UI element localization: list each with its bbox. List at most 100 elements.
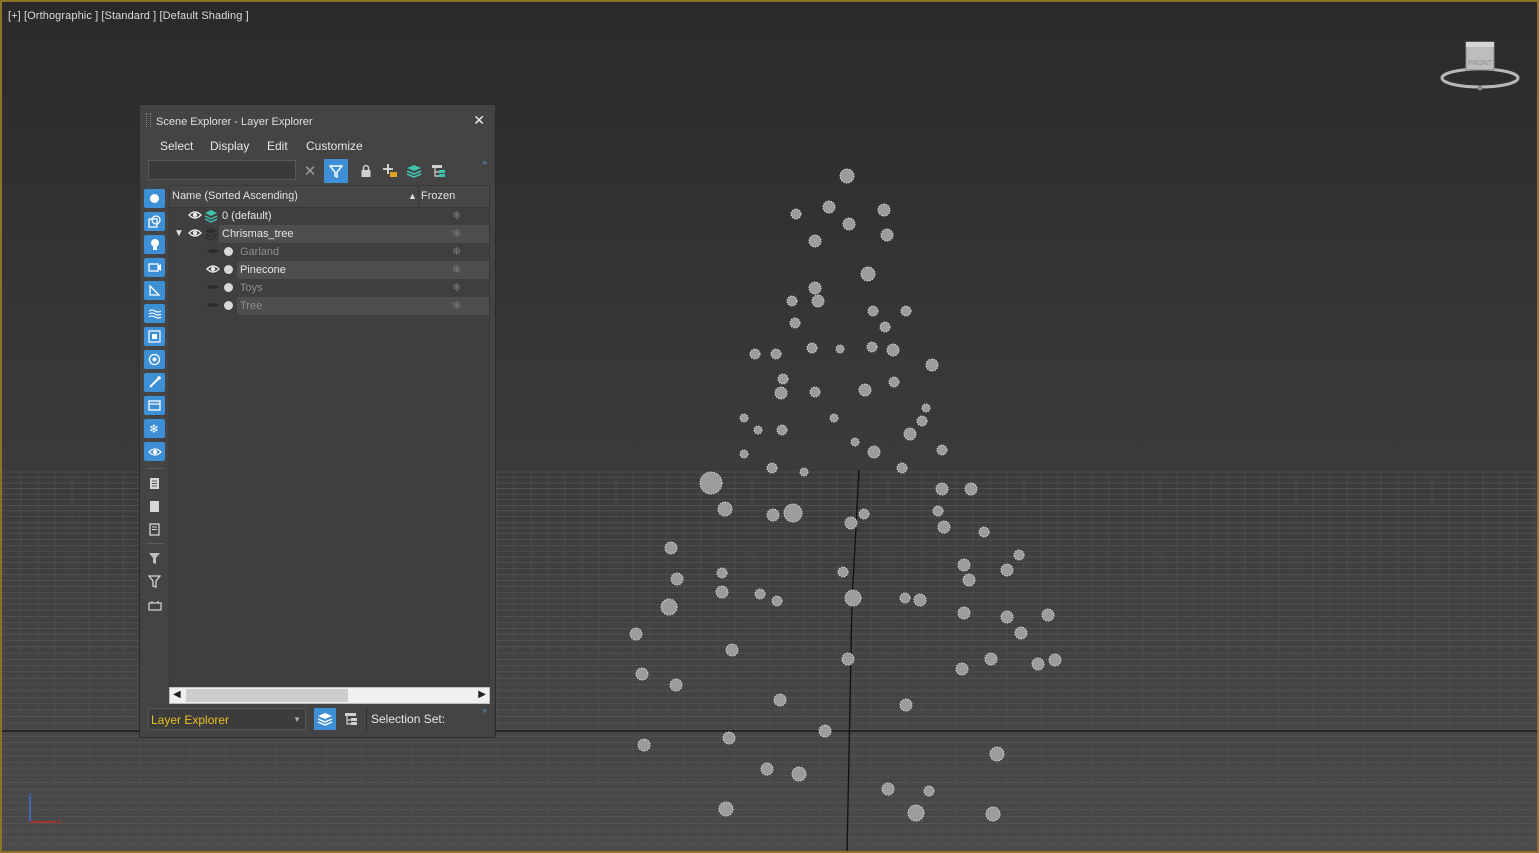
pinecone-object[interactable] xyxy=(808,234,822,248)
pinecone-object[interactable] xyxy=(877,203,891,217)
viewport-label[interactable]: [+] [Orthographic ] [Standard ] [Default… xyxy=(8,10,249,22)
display-geometry-icon[interactable] xyxy=(144,212,165,231)
menu-select[interactable]: Select xyxy=(160,139,193,153)
filter-toggle-icon[interactable] xyxy=(144,549,165,568)
scroll-right-arrow-icon[interactable]: ▶ xyxy=(478,689,486,700)
invert-display-icon[interactable] xyxy=(144,520,165,539)
add-to-layer-icon[interactable] xyxy=(403,160,425,182)
hidden-eye-icon[interactable] xyxy=(206,281,220,293)
pinecone-object[interactable] xyxy=(664,541,678,555)
pinecone-object[interactable] xyxy=(985,806,1001,822)
pinecone-object[interactable] xyxy=(932,505,944,517)
pinecone-object[interactable] xyxy=(808,281,822,295)
pinecone-object[interactable] xyxy=(879,321,891,333)
filter-toggle-button[interactable] xyxy=(324,159,348,183)
pinecone-object[interactable] xyxy=(881,782,895,796)
search-input[interactable] xyxy=(148,160,296,180)
row-name[interactable]: Garland xyxy=(240,246,279,258)
pinecone-object[interactable] xyxy=(811,294,825,308)
layer-tree[interactable]: Name (Sorted Ascending) ▲ Frozen 0 (defa… xyxy=(169,185,490,688)
pinecone-object[interactable] xyxy=(753,425,763,435)
menu-customize[interactable]: Customize xyxy=(306,139,363,153)
pinecone-object[interactable] xyxy=(749,348,761,360)
pinecone-object[interactable] xyxy=(829,413,839,423)
pinecone-object[interactable] xyxy=(1041,608,1055,622)
pinecone-object[interactable] xyxy=(925,358,939,372)
pinecone-object[interactable] xyxy=(722,731,736,745)
row-name[interactable]: Pinecone xyxy=(240,264,286,276)
menu-edit[interactable]: Edit xyxy=(267,139,288,153)
pinecone-object[interactable] xyxy=(822,200,836,214)
pinecone-object[interactable] xyxy=(774,386,788,400)
pinecone-object[interactable] xyxy=(660,598,678,616)
explorer-type-dropdown[interactable]: Layer Explorer ▼ xyxy=(148,708,306,730)
display-lights-icon[interactable] xyxy=(144,235,165,254)
pinecone-object[interactable] xyxy=(699,471,723,495)
sort-by-hierarchy-button[interactable] xyxy=(340,708,362,730)
pinecone-object[interactable] xyxy=(635,667,649,681)
scroll-left-arrow-icon[interactable]: ◀ xyxy=(173,689,181,700)
display-none-toggle-icon[interactable] xyxy=(144,497,165,516)
lock-icon[interactable] xyxy=(355,160,377,182)
visible-eye-icon[interactable] xyxy=(188,227,202,239)
row-name[interactable]: Toys xyxy=(240,282,263,294)
pinecone-object[interactable] xyxy=(957,558,971,572)
pinecone-object[interactable] xyxy=(715,585,729,599)
pinecone-object[interactable] xyxy=(903,427,917,441)
horizontal-scrollbar[interactable]: ◀ ▶ xyxy=(169,687,490,704)
pinecone-object[interactable] xyxy=(867,305,879,317)
column-name-header[interactable]: Name (Sorted Ascending) xyxy=(172,190,298,202)
pinecone-object[interactable] xyxy=(1048,653,1062,667)
pinecone-object[interactable] xyxy=(760,762,774,776)
pinecone-object[interactable] xyxy=(880,228,894,242)
pinecone-object[interactable] xyxy=(850,437,860,447)
pinecone-object[interactable] xyxy=(839,168,855,184)
tree-row[interactable]: Toys ❄ xyxy=(170,279,489,297)
frozen-toggle-icon[interactable]: ❄ xyxy=(452,299,461,312)
display-spacewarps-icon[interactable] xyxy=(144,304,165,323)
pinecone-object[interactable] xyxy=(766,508,780,522)
pinecone-object[interactable] xyxy=(957,606,971,620)
hierarchy-icon[interactable] xyxy=(428,160,450,182)
menu-display[interactable]: Display xyxy=(210,139,249,153)
pinecone-object[interactable] xyxy=(637,738,651,752)
pinecone-object[interactable] xyxy=(716,567,728,579)
pinecone-object[interactable] xyxy=(913,593,927,607)
pinecone-object[interactable] xyxy=(896,462,908,474)
pinecone-object[interactable] xyxy=(886,343,900,357)
tree-row[interactable]: 0 (default) ❄ xyxy=(170,207,489,225)
pinecone-object[interactable] xyxy=(1031,657,1045,671)
sort-by-layer-button[interactable] xyxy=(314,708,336,730)
pinecone-object[interactable] xyxy=(984,652,998,666)
pinecone-object[interactable] xyxy=(899,592,911,604)
selection-lock-icon[interactable] xyxy=(144,595,165,614)
expand-toolbar-icon[interactable]: » xyxy=(482,157,487,167)
tree-row[interactable]: Tree ❄ xyxy=(170,297,489,315)
pinecone-object[interactable] xyxy=(790,208,802,220)
pinecone-object[interactable] xyxy=(799,467,809,477)
pinecone-object[interactable] xyxy=(1013,549,1025,561)
pinecone-object[interactable] xyxy=(835,344,845,354)
pinecone-object[interactable] xyxy=(844,516,858,530)
pinecone-object[interactable] xyxy=(739,449,749,459)
tree-row[interactable]: ▼ Chrismas_tree ❄ xyxy=(170,225,489,243)
panel-grip-handle[interactable] xyxy=(146,113,151,127)
frozen-toggle-icon[interactable]: ❄ xyxy=(452,209,461,222)
pinecone-object[interactable] xyxy=(867,445,881,459)
expand-arrow-icon[interactable]: ▼ xyxy=(174,228,184,239)
pinecone-object[interactable] xyxy=(771,595,783,607)
pinecone-object[interactable] xyxy=(916,415,928,427)
pinecone-object[interactable] xyxy=(739,413,749,423)
tree-row[interactable]: Pinecone ❄ xyxy=(170,261,489,279)
display-hidden-icon[interactable] xyxy=(144,442,165,461)
pinecone-object[interactable] xyxy=(844,589,862,607)
tree-row[interactable]: Garland ❄ xyxy=(170,243,489,261)
clear-search-icon[interactable]: ✕ xyxy=(299,160,321,182)
row-name[interactable]: Tree xyxy=(240,300,262,312)
pinecone-object[interactable] xyxy=(900,305,912,317)
display-none-icon[interactable] xyxy=(144,189,165,208)
pinecone-object[interactable] xyxy=(718,801,734,817)
pinecone-object[interactable] xyxy=(837,566,849,578)
pinecone-object[interactable] xyxy=(773,693,787,707)
pinecone-object[interactable] xyxy=(978,526,990,538)
